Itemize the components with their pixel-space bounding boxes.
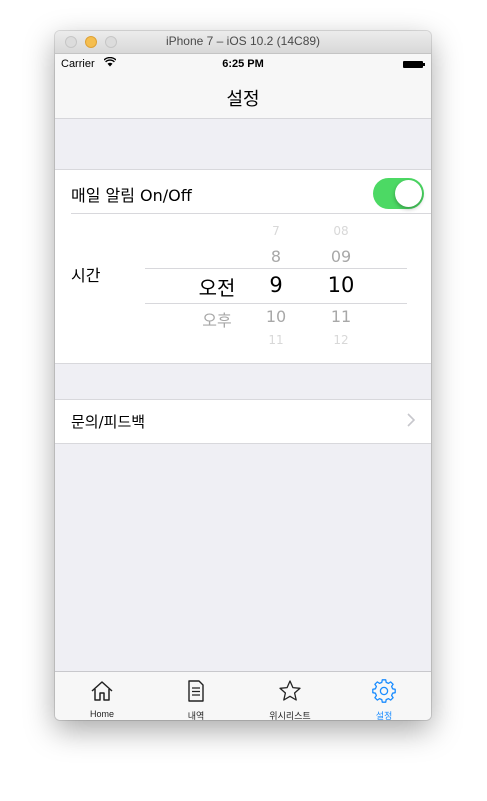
- hour-option-selected[interactable]: 9: [251, 273, 301, 297]
- page-title: 설정: [226, 89, 260, 110]
- minute-option[interactable]: 12: [311, 333, 371, 347]
- tab-history-label: 내역: [187, 711, 205, 720]
- hour-option[interactable]: 8: [251, 247, 301, 266]
- daily-notification-label: 매일 알림 On/Off: [71, 186, 192, 205]
- tab-settings-label: 설정: [375, 711, 393, 720]
- tab-bar: Home 내역 위시리스트 설정: [55, 671, 431, 720]
- settings-group-notification: 매일 알림 On/Off 시간 오전 오후 7 8 9 10 11 08 09: [55, 169, 431, 364]
- daily-notification-toggle[interactable]: [373, 178, 424, 209]
- gear-icon: [372, 679, 396, 703]
- time-picker[interactable]: 오전 오후 7 8 9 10 11 08 09 10 11 12: [145, 218, 407, 354]
- row-separator: [71, 213, 431, 214]
- feedback-row[interactable]: 문의/피드백: [55, 399, 431, 444]
- tab-wishlist[interactable]: 위시리스트: [243, 672, 337, 720]
- tab-home[interactable]: Home: [55, 672, 149, 720]
- picker-selection-bottom-line: [145, 303, 407, 304]
- minute-option[interactable]: 11: [311, 307, 371, 326]
- star-icon: [279, 680, 301, 701]
- window-title: iPhone 7 – iOS 10.2 (14C89): [165, 34, 321, 48]
- tab-wishlist-label: 위시리스트: [269, 711, 311, 720]
- home-icon: [91, 681, 113, 701]
- status-time: 6:25 PM: [222, 58, 264, 70]
- simulator-window: iPhone 7 – iOS 10.2 (14C89) Carrier 6:25…: [55, 31, 431, 720]
- status-bar: Carrier 6:25 PM: [55, 54, 431, 74]
- window-titlebar: iPhone 7 – iOS 10.2 (14C89): [55, 31, 431, 54]
- hour-option[interactable]: 11: [251, 333, 301, 347]
- time-label: 시간: [71, 266, 101, 285]
- picker-selection-top-line: [145, 268, 407, 269]
- tab-history[interactable]: 내역: [149, 672, 243, 720]
- minute-option[interactable]: 08: [311, 224, 371, 238]
- minute-option-selected[interactable]: 10: [311, 273, 371, 297]
- hour-option[interactable]: 10: [251, 307, 301, 326]
- battery-icon: [403, 61, 425, 68]
- ampm-option-selected[interactable]: 오전: [187, 272, 247, 301]
- ampm-option[interactable]: 오후: [187, 307, 247, 331]
- hour-option[interactable]: 7: [251, 224, 301, 238]
- tab-settings[interactable]: 설정: [337, 672, 431, 720]
- navigation-bar: 설정: [55, 74, 431, 119]
- feedback-label: 문의/피드백: [71, 413, 146, 431]
- tab-home-label: Home: [89, 709, 114, 719]
- minute-option[interactable]: 09: [311, 247, 371, 266]
- toggle-knob: [395, 180, 422, 207]
- chevron-right-icon: [407, 413, 415, 427]
- document-icon: [188, 680, 204, 702]
